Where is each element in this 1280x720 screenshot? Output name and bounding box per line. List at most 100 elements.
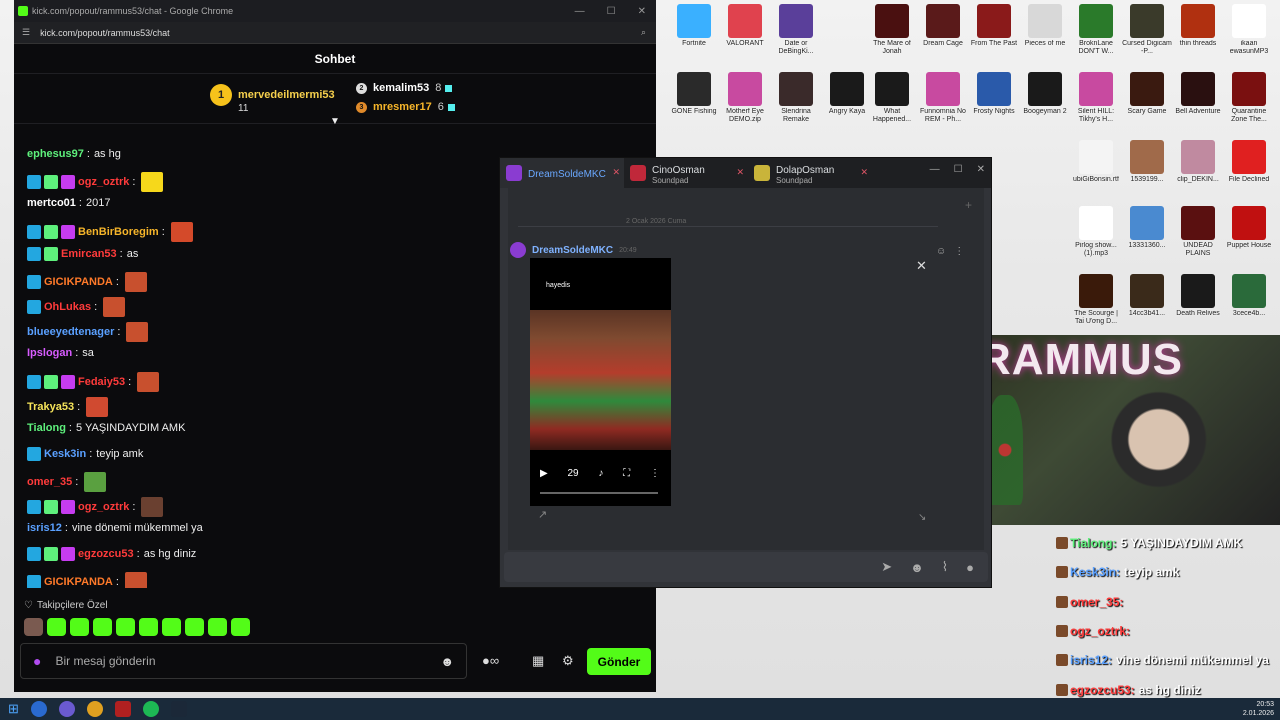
author-name[interactable]: DreamSoldeMKC [532,245,613,256]
reaction-icon[interactable]: ☺ [936,246,946,257]
chat-username[interactable]: Ipslogan [27,347,72,359]
desktop-icon[interactable]: Pieces of me [1019,4,1071,48]
desktop-icon[interactable]: What Happened... [866,72,918,124]
send-button[interactable]: Gönder [587,648,651,675]
site-settings-icon[interactable]: ☰ [22,27,30,38]
desktop-icon[interactable]: 14cc3b41... [1121,274,1173,318]
windows-start-icon[interactable]: ⊞ [8,701,19,717]
zoom-icon[interactable]: ⌕ [641,27,646,38]
emote-icon[interactable] [185,618,204,636]
chat-username[interactable]: Fedaiy53 [78,376,125,388]
close-media-icon[interactable]: ✕ [916,258,927,274]
minimize-icon[interactable]: — [930,164,940,175]
desktop-icon[interactable]: GONE Fishing [668,72,720,116]
leaderboard-first[interactable]: 1 mervedeilmermi53 [210,84,335,106]
desktop-icon[interactable]: Cursed Digicam -P... [1121,4,1173,56]
desktop-icon[interactable]: BroknLane DON'T W... [1070,4,1122,56]
app-icon[interactable] [58,701,75,717]
emote-icon[interactable] [231,618,250,636]
volume-icon[interactable]: ♪ [598,468,603,479]
resize-icon[interactable]: ↘ [918,512,926,523]
desktop-icon[interactable]: Bell Adventure [1172,72,1224,116]
chat-message-input[interactable] [55,654,441,668]
discord-message-input[interactable]: ➤ ☻ ⌇ ● [504,552,988,582]
emoji-icon[interactable]: ☻ [910,560,924,575]
video-player[interactable]: hayedis ▶ 29 ♪ ⛶ ⋮ [530,258,671,506]
desktop-icon[interactable]: ikaan ewasunMP3 [1223,4,1275,56]
desktop-icon[interactable]: Fortnite [668,4,720,48]
desktop-icon[interactable]: 13331360... [1121,206,1173,250]
desktop-icon[interactable]: clip_DEKIN... [1172,140,1224,184]
desktop-icon[interactable]: thin threads [1172,4,1224,48]
emote-icon[interactable] [47,618,66,636]
emote-icon[interactable] [162,618,181,636]
chat-username[interactable]: BenBirBoregim [78,226,159,238]
attach-icon[interactable]: ⌇ [942,559,948,575]
desktop-icon[interactable]: Frosty Nights [968,72,1020,116]
chat-username[interactable]: OhLukas [44,301,91,313]
maximize-icon[interactable]: ☐ [607,6,616,17]
desktop-icon[interactable]: VALORANT [719,4,771,48]
spotify-icon[interactable] [142,701,159,717]
close-icon[interactable]: ✕ [977,164,985,175]
address-bar[interactable]: ☰ kick.com/popout/rammus53/chat ⌕ [14,22,656,44]
emote-icon[interactable] [93,618,112,636]
desktop-icon[interactable]: 3cece4b... [1223,274,1275,318]
system-tray[interactable]: 20:53 2.01.2026 [1243,700,1274,718]
chat-username[interactable]: Kesk3in [44,448,86,460]
gift-icon[interactable]: ▦ [532,653,544,669]
desktop-icon[interactable]: Pirlog show...(1).mp3 [1070,206,1122,258]
desktop-icon[interactable]: ubiGiBonsin.rtf [1070,140,1122,184]
desktop-icon[interactable]: UNDEAD PLAINS [1172,206,1224,258]
desktop-icon[interactable]: 1539199... [1121,140,1173,184]
tab-dreamsoldemkc[interactable]: DreamSoldeMKC ✕ [500,158,624,188]
emote-icon[interactable] [139,618,158,636]
app-icon[interactable] [30,701,47,717]
avatar[interactable] [510,242,526,258]
chat-username[interactable]: Tialong [27,422,66,434]
desktop-icon[interactable]: Death Relives [1172,274,1224,318]
fullscreen-icon[interactable]: ⛶ [623,468,630,479]
close-tab-icon[interactable]: ✕ [612,167,620,178]
open-external-icon[interactable]: ↗ [538,508,547,521]
desktop-icon[interactable]: Date or DeBingKi... [770,4,822,56]
video-progress[interactable] [540,492,658,494]
chat-username[interactable]: blueeyedtenager [27,326,114,338]
infinity-icon[interactable]: ●∞ [482,653,499,668]
chat-username[interactable]: Trakya53 [27,401,74,413]
expand-leaderboard-icon[interactable]: ▼ [330,116,340,127]
chat-username[interactable]: GICIKPANDA [44,576,113,588]
emote-icon[interactable] [24,618,43,636]
more-icon[interactable]: ⋮ [954,246,964,257]
desktop-icon[interactable]: Quarantine Zone The... [1223,72,1275,124]
desktop-icon[interactable]: Dream Cage [917,4,969,48]
send-icon[interactable]: ➤ [881,559,892,575]
chat-username[interactable]: mertco01 [27,197,76,209]
maximize-icon[interactable]: ☐ [954,164,963,175]
location-icon[interactable]: ● [966,560,974,575]
desktop-icon[interactable]: Motherf Eye DEMO.zip [719,72,771,124]
leaderboard-second[interactable]: 2 kemalim53 8 [356,82,453,94]
minimize-icon[interactable]: — [575,6,585,17]
emote-icon[interactable] [208,618,227,636]
tab-dolaposman[interactable]: DolapOsman Soundpad ✕ [748,158,872,188]
desktop-icon[interactable]: Funnomnia No REM - Ph... [917,72,969,124]
play-icon[interactable]: ▶ [540,468,548,479]
close-icon[interactable]: ✕ [638,6,646,17]
chat-username[interactable]: isris12 [27,522,62,534]
close-tab-icon[interactable]: ✕ [736,167,744,178]
chat-username[interactable]: Emircan53 [61,248,117,260]
desktop-icon[interactable]: From The Past [968,4,1020,48]
voicemeeter-icon[interactable] [114,701,131,717]
emote-icon[interactable] [116,618,135,636]
desktop-icon[interactable]: Puppet House [1223,206,1275,250]
desktop-icon[interactable]: Silent HILL: Tikhy's H... [1070,72,1122,124]
url-text[interactable]: kick.com/popout/rammus53/chat [40,28,170,38]
desktop-icon[interactable]: The Scourge | Tai Ương D... [1070,274,1122,326]
emote-icon[interactable] [70,618,89,636]
desktop-icon[interactable]: The Mare of Jonah [866,4,918,56]
microphone-icon[interactable]: ● [33,653,41,669]
steam-icon[interactable] [170,701,187,717]
desktop-icon[interactable]: Slendrina Remake [770,72,822,124]
close-tab-icon[interactable]: ✕ [860,167,868,178]
